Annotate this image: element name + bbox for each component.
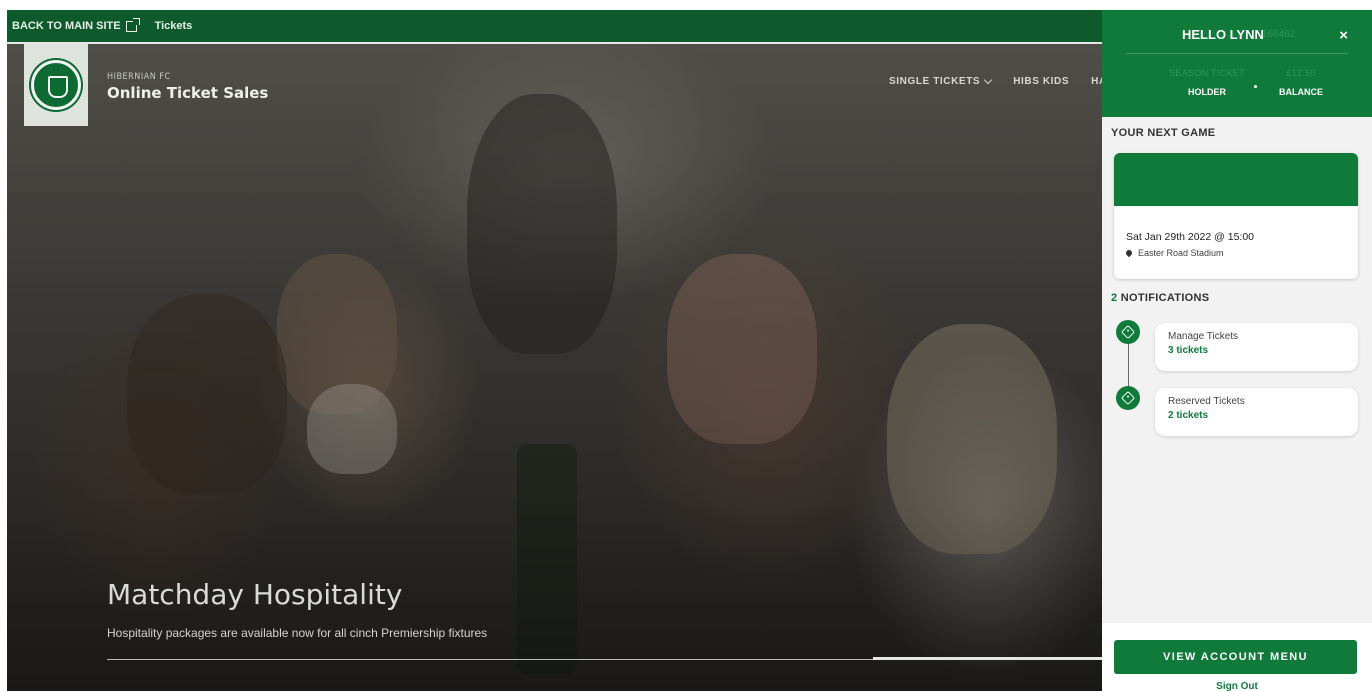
close-icon[interactable]: × [1339,27,1348,44]
brand-club-name: HIBERNIAN FC [107,72,171,82]
account-panel-footer: VIEW ACCOUNT MENU Sign Out [1102,623,1372,691]
next-game-venue: Easter Road Stadium [1124,248,1224,258]
hero-banner: HIBERNIAN FC Online Ticket Sales SINGLE … [7,44,1102,691]
user-id: 166462 [1262,29,1296,40]
notification-marker [1116,320,1140,344]
notification-title: Reserved Tickets [1168,396,1245,407]
sign-out-link[interactable]: Sign Out [1102,681,1372,691]
stat-label: HOLDER [1188,87,1226,97]
account-panel: HELLO LYNN 166462 × SEASON TICKET HOLDER… [1102,10,1372,691]
ticket-tag-icon [1120,390,1136,406]
chevron-down-icon [983,75,993,85]
notification-marker [1116,386,1140,410]
balance-stat: £12.50 BALANCE [1267,68,1335,97]
hero-subtitle: Hospitality packages are available now f… [107,626,488,640]
stat-label: BALANCE [1279,87,1323,97]
carousel-indicator[interactable] [873,657,1102,660]
header-divider [1126,53,1348,54]
notification-title: Manage Tickets [1168,331,1239,342]
notification-reserved-tickets[interactable]: Reserved Tickets 2 tickets [1155,388,1358,436]
ticket-tag-icon [1120,324,1136,340]
nav-hibs-kids[interactable]: HIBS KIDS [1013,76,1069,87]
external-link-icon [125,17,140,32]
stat-value: £12.50 [1286,68,1316,78]
greeting: HELLO LYNN [1182,27,1264,42]
nav-single-tickets[interactable]: SINGLE TICKETS [889,75,993,87]
notifications-heading-label: NOTIFICATIONS [1120,292,1210,304]
back-to-main-site-link[interactable]: BACK TO MAIN SITE [12,17,140,32]
view-account-menu-button[interactable]: VIEW ACCOUNT MENU [1114,640,1357,674]
nav-half-season[interactable]: HALF S [1091,76,1102,87]
nav-item-label: SINGLE TICKETS [889,76,981,87]
back-to-main-site-label: BACK TO MAIN SITE [12,20,121,32]
next-game-card-banner [1114,153,1358,206]
club-crest-icon [31,60,81,110]
brand-block: HIBERNIAN FC Online Ticket Sales [107,72,268,102]
notifications-heading: 2 NOTIFICATIONS [1111,292,1209,304]
season-ticket-stat: SEASON TICKET HOLDER [1162,68,1252,97]
notifications-count: 2 [1111,292,1118,304]
main-nav: SINGLE TICKETS HIBS KIDS HALF S [889,75,1102,87]
club-logo[interactable] [24,44,88,126]
next-game-heading: YOUR NEXT GAME [1111,127,1216,139]
location-pin-icon [1124,248,1134,258]
notification-manage-tickets[interactable]: Manage Tickets 3 tickets [1155,323,1358,371]
stat-separator [1254,85,1257,88]
tickets-link[interactable]: Tickets [155,20,193,32]
notification-count[interactable]: 3 tickets [1168,345,1358,356]
notification-count[interactable]: 2 tickets [1168,410,1358,421]
hero-title: Matchday Hospitality [107,578,403,611]
main-site: BACK TO MAIN SITE Tickets HIBERNIAN FC O… [7,10,1102,691]
stat-value: SEASON TICKET [1169,68,1245,78]
venue-label: Easter Road Stadium [1138,248,1224,258]
brand-title: Online Ticket Sales [107,84,269,102]
account-panel-header: HELLO LYNN 166462 × SEASON TICKET HOLDER… [1102,10,1372,117]
next-game-date: Sat Jan 29th 2022 @ 15:00 [1126,231,1255,243]
top-bar: BACK TO MAIN SITE Tickets [7,10,1102,44]
next-game-card[interactable]: Sat Jan 29th 2022 @ 15:00 Easter Road St… [1114,153,1358,279]
